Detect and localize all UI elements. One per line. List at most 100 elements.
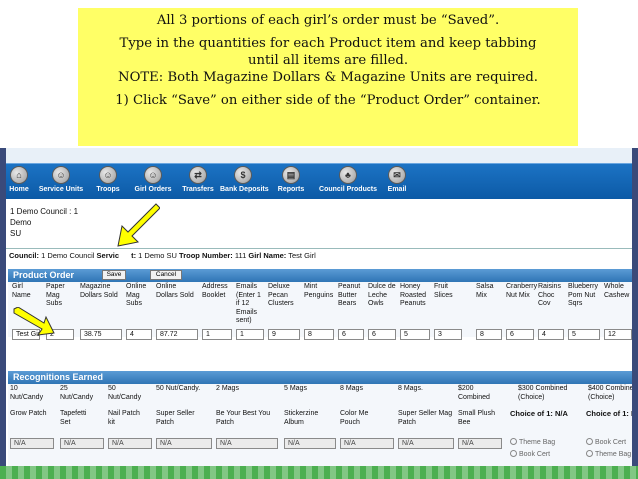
girl-name-label: Girl Name:: [248, 251, 287, 260]
council-value: 1 Demo Council: [41, 251, 95, 260]
product-quantity-input[interactable]: 5: [568, 329, 600, 340]
nav-transfers[interactable]: ⇄ Transfers: [178, 164, 218, 200]
product-quantity-input[interactable]: 9: [268, 329, 300, 340]
recognition-choice-radio[interactable]: Book Cert: [586, 438, 626, 446]
product-column-header: Girl Name: [12, 283, 31, 299]
recognition-reward-label: Grow Patch: [10, 410, 47, 417]
nav-council-products[interactable]: ♣ Council Products: [318, 164, 378, 200]
nav-label: Reports: [277, 186, 305, 193]
nav-email[interactable]: ✉ Email: [382, 164, 412, 200]
nav-girl-orders[interactable]: ☺ Girl Orders: [130, 164, 176, 200]
recognition-level-label: 50 Nut/Candy: [108, 385, 142, 401]
recognition-level-label: 50 Nut/Candy.: [156, 385, 201, 392]
recognitions-title: Recognitions Earned: [13, 372, 104, 382]
product-column-header: Dulce de Leche Owls: [368, 283, 396, 307]
order-info-line: Council: 1 Demo Council Servic t: 1 Demo …: [6, 248, 632, 261]
product-quantity-input[interactable]: 8: [304, 329, 334, 340]
recognition-reward-label: Color Me Pouch: [340, 410, 369, 426]
nav-label: Transfers: [182, 186, 214, 193]
product-quantity-input[interactable]: 5: [400, 329, 430, 340]
cancel-button[interactable]: Cancel: [150, 270, 182, 280]
recognition-choice-radio[interactable]: Book Cert: [510, 450, 550, 458]
nav-label: Troops: [96, 186, 120, 193]
radio-label: Theme Bag: [595, 451, 632, 458]
nav-label: Email: [387, 186, 407, 193]
recognition-reward-label: Super Seller Patch: [156, 410, 195, 426]
product-quantity-input[interactable]: 8: [476, 329, 502, 340]
arrow-to-girl-row: [13, 307, 55, 336]
recognition-reward-label: Super Seller Mag Patch: [398, 410, 453, 426]
callout-line-3: NOTE: Both Magazine Dollars & Magazine U…: [118, 70, 538, 85]
product-column-header: Cranberry Nut Mix: [506, 283, 538, 299]
nav-home[interactable]: ⌂ Home: [6, 164, 32, 200]
nav-label: Service Units: [38, 186, 84, 193]
product-column-header: Raisins Choc Cov: [538, 283, 561, 307]
product-quantity-input[interactable]: 87.72: [156, 329, 198, 340]
recognition-select[interactable]: N/A: [216, 438, 278, 449]
recognition-select[interactable]: N/A: [284, 438, 336, 449]
recognition-reward-label: Be Your Best You Patch: [216, 410, 271, 426]
recognition-select[interactable]: N/A: [156, 438, 212, 449]
radio-label: Book Cert: [595, 439, 627, 446]
product-column-header: Blueberry Pom Nut Sqrs: [568, 283, 598, 307]
product-quantity-input[interactable]: 6: [338, 329, 364, 340]
recognition-level-label: $300 Combined (Choice): [518, 385, 568, 401]
product-quantity-input[interactable]: 1: [202, 329, 232, 340]
radio-label: Theme Bag: [519, 439, 556, 446]
recognition-choice-radio[interactable]: Theme Bag: [586, 450, 631, 458]
product-quantity-input[interactable]: 12: [604, 329, 632, 340]
instruction-callout: All 3 portions of each girl’s order must…: [78, 8, 578, 146]
troop-value: 111: [234, 251, 247, 260]
nav-bank-deposits[interactable]: $ Bank Deposits: [220, 164, 269, 200]
product-column-header: Whole Cashew: [604, 283, 630, 299]
nav-label: Home: [9, 186, 29, 193]
nav-label: Bank Deposits: [220, 186, 269, 193]
recognition-select[interactable]: N/A: [10, 438, 54, 449]
product-column-header: Magazine Dollars Sold: [80, 283, 118, 299]
recognition-level-label: 8 Mags.: [398, 385, 423, 392]
service-unit-label-tail: t:: [131, 251, 137, 260]
service-units-icon: ☺: [52, 166, 70, 184]
nav-troops[interactable]: ☺ Troops: [88, 164, 128, 200]
recognition-select[interactable]: N/A: [60, 438, 104, 449]
girl-name-value: Test Girl: [288, 251, 316, 260]
recognition-level-label: $200 Combined: [458, 385, 490, 401]
troop-label: Troop Number:: [179, 251, 233, 260]
product-quantity-input[interactable]: 4: [126, 329, 152, 340]
troops-icon: ☺: [99, 166, 117, 184]
bank-deposits-icon: $: [234, 166, 252, 184]
main-nav: ⌂ Home ☺ Service Units ☺ Troops ☺ Girl Orders ⇄ T…: [6, 163, 632, 199]
recognition-level-label: 5 Mags: [284, 385, 307, 392]
home-icon: ⌂: [10, 166, 28, 184]
recognition-select[interactable]: N/A: [458, 438, 502, 449]
recognition-reward-label: Nail Patch kit: [108, 410, 140, 426]
callout-line-2b: until all items are filled.: [247, 53, 409, 68]
radio-circle-icon: [510, 450, 517, 457]
product-column-header: Emails (Enter 1 if 12 Emails sent): [236, 283, 261, 324]
radio-circle-icon: [586, 450, 593, 457]
recognition-select[interactable]: N/A: [108, 438, 152, 449]
nav-service-units[interactable]: ☺ Service Units: [36, 164, 86, 200]
callout-line-4: 1) Click “Save” on either side of the “P…: [115, 93, 541, 108]
product-quantity-input[interactable]: 1: [236, 329, 264, 340]
recognition-select[interactable]: N/A: [398, 438, 454, 449]
product-column-header: Paper Mag Subs: [46, 283, 65, 307]
product-quantity-input[interactable]: 38.75: [80, 329, 122, 340]
breadcrumb-line-1: 1 Demo Council : 1 Demo: [10, 207, 79, 227]
product-quantity-input[interactable]: 3: [434, 329, 462, 340]
product-column-header: Mint Penguins: [304, 283, 334, 299]
nav-reports[interactable]: ▤ Reports: [268, 164, 314, 200]
product-quantity-input[interactable]: 6: [506, 329, 534, 340]
recognition-select[interactable]: N/A: [340, 438, 394, 449]
product-quantity-input[interactable]: 4: [538, 329, 564, 340]
recognition-choice-radio[interactable]: Theme Bag: [510, 438, 555, 446]
slide-bottom-band: [0, 466, 638, 479]
breadcrumb-line-2: SU: [10, 229, 22, 238]
council-products-icon: ♣: [339, 166, 357, 184]
product-quantity-input[interactable]: 6: [368, 329, 396, 340]
recognition-level-label: 25 Nut/Candy: [60, 385, 94, 401]
recognition-reward-label: Choice of 1: N/A: [510, 409, 568, 418]
arrow-to-save-button: [117, 203, 160, 247]
save-button[interactable]: Save: [102, 270, 126, 280]
service-unit-label: Servic: [96, 251, 120, 260]
